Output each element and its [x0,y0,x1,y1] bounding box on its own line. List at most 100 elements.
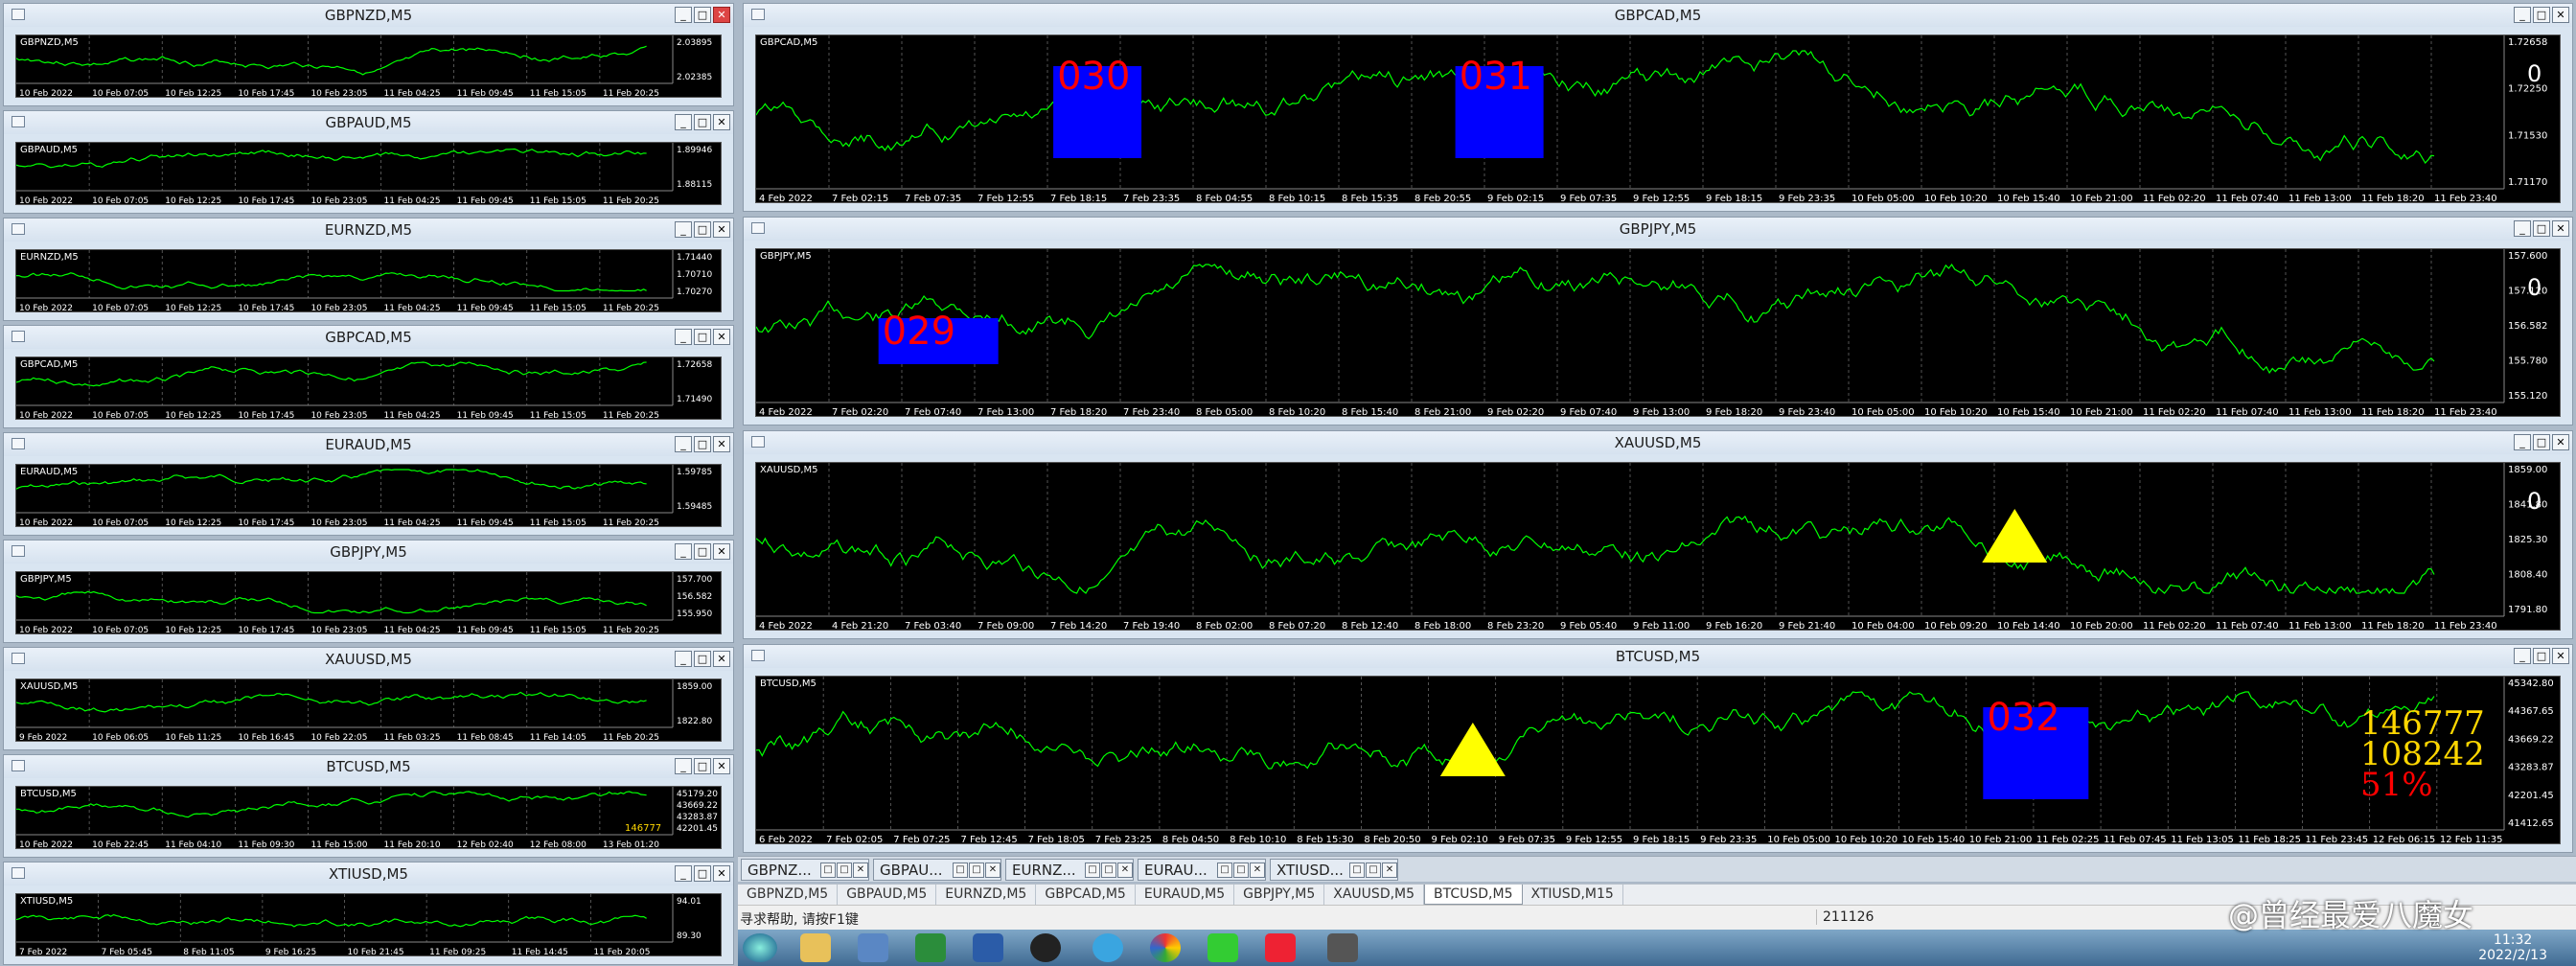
price-chart[interactable]: GBPJPY,M5 4 Feb 2022 7 Feb 02:20 7 Feb 07:4… [755,248,2561,417]
window-tab[interactable]: GBPAU... □ □ ✕ [873,859,1001,881]
maximize-button[interactable]: □ [694,865,711,882]
sheet-tab[interactable]: XAUUSD,M5 [1324,885,1425,905]
chart-window-7[interactable]: BTCUSD,M5 _ □ ✕ BTCUSD,M5 10 Feb 2022 10 Feb 2… [3,754,734,858]
close-button[interactable]: ✕ [713,865,730,882]
minimize-button[interactable]: _ [675,7,692,23]
chart-window-9[interactable]: GBPCAD,M5 _ □ ✕ GBPCAD,M5 4 Feb 2022 7 Feb 02:… [743,3,2573,212]
window-tab[interactable]: EURNZ... □ □ ✕ [1005,859,1134,881]
restore-icon[interactable]: □ [1366,862,1381,878]
restore-icon[interactable]: □ [1233,862,1249,878]
window-tab[interactable]: XTIUSD... □ □ ✕ [1270,859,1398,881]
window-titlebar[interactable]: XTIUSD,M5 _ □ ✕ [4,862,733,886]
close-button[interactable]: ✕ [713,7,730,23]
sheet-tab[interactable]: GBPAUD,M5 [838,885,937,905]
chart-window-8[interactable]: XTIUSD,M5 _ □ ✕ XTIUSD,M5 7 Feb 2022 7 Feb 05:… [3,862,734,965]
window-tab[interactable]: EURAU... □ □ ✕ [1138,859,1266,881]
close-button[interactable]: ✕ [713,651,730,667]
chart-window-10[interactable]: GBPJPY,M5 _ □ ✕ GBPJPY,M5 4 Feb 2022 7 Feb 02:… [743,217,2573,426]
chart-window-0[interactable]: GBPNZD,M5 _ □ ✕ GBPNZD,M5 10 Feb 2022 10 Feb 0… [3,3,734,106]
sheet-tab[interactable]: BTCUSD,M5 [1424,885,1523,905]
window-titlebar[interactable]: GBPCAD,M5 _ □ ✕ [744,4,2572,27]
qq-icon[interactable] [1030,933,1061,962]
price-chart[interactable]: GBPAUD,M5 10 Feb 2022 10 Feb 07:05 10 Feb 1… [15,142,722,205]
close-button[interactable]: ✕ [713,436,730,452]
close-button[interactable]: ✕ [713,329,730,345]
minimize-button[interactable]: _ [675,651,692,667]
maximize-button[interactable]: □ [2533,7,2550,23]
maximize-button[interactable]: □ [694,758,711,774]
sheet-tab[interactable]: GBPNZD,M5 [738,885,839,905]
price-chart[interactable]: EURNZD,M5 10 Feb 2022 10 Feb 07:05 10 Feb 1… [15,249,722,312]
chart-window-3[interactable]: GBPCAD,M5 _ □ ✕ GBPCAD,M5 10 Feb 2022 10 Feb 0… [3,325,734,428]
browser-icon[interactable] [1092,933,1123,962]
window-titlebar[interactable]: GBPAUD,M5 _ □ ✕ [4,111,733,134]
close-icon[interactable]: ✕ [985,862,1000,878]
close-button[interactable]: ✕ [713,114,730,130]
sheet-tab[interactable]: XTIUSD,M15 [1523,885,1623,905]
close-icon[interactable]: ✕ [1117,862,1133,878]
window-titlebar[interactable]: BTCUSD,M5 _ □ ✕ [744,645,2572,668]
maximize-button[interactable]: □ [694,543,711,560]
price-chart[interactable]: BTCUSD,M5 6 Feb 2022 7 Feb 02:05 7 Feb 07:2… [755,676,2561,844]
restore-icon[interactable]: □ [969,862,984,878]
clock[interactable]: 11:32 2022/2/13 [2478,932,2547,963]
chrome-icon[interactable] [1150,933,1181,962]
window-titlebar[interactable]: GBPNZD,M5 _ □ ✕ [4,4,733,27]
price-chart[interactable]: GBPJPY,M5 10 Feb 2022 10 Feb 07:05 10 Feb 1… [15,571,722,634]
close-button[interactable]: ✕ [713,221,730,238]
window-titlebar[interactable]: XAUUSD,M5 _ □ ✕ [4,648,733,671]
window-titlebar[interactable]: XAUUSD,M5 _ □ ✕ [744,431,2572,454]
folder-icon[interactable] [800,933,831,962]
window-titlebar[interactable]: EURNZD,M5 _ □ ✕ [4,218,733,242]
window-titlebar[interactable]: EURAUD,M5 _ □ ✕ [4,433,733,456]
wechat-icon[interactable] [1208,933,1238,962]
restore-icon[interactable]: □ [1085,862,1100,878]
restore-icon[interactable]: □ [1217,862,1232,878]
window-titlebar[interactable]: GBPJPY,M5 _ □ ✕ [744,218,2572,241]
close-icon[interactable]: ✕ [1382,862,1397,878]
maximize-button[interactable]: □ [2533,220,2550,237]
minimize-button[interactable]: _ [675,436,692,452]
close-icon[interactable]: ✕ [1250,862,1265,878]
close-button[interactable]: ✕ [2552,7,2569,23]
price-chart[interactable]: XAUUSD,M5 9 Feb 2022 10 Feb 06:05 10 Feb 11… [15,678,722,742]
sheet-tab[interactable]: EURNZD,M5 [936,885,1037,905]
minimize-button[interactable]: _ [675,865,692,882]
minimize-button[interactable]: _ [2514,648,2531,664]
minimize-button[interactable]: _ [675,543,692,560]
window-titlebar[interactable]: BTCUSD,M5 _ □ ✕ [4,755,733,778]
maximize-button[interactable]: □ [2533,434,2550,450]
minimize-button[interactable]: _ [2514,220,2531,237]
maximize-button[interactable]: □ [694,651,711,667]
close-button[interactable]: ✕ [2552,220,2569,237]
sheet-tab[interactable]: EURAUD,M5 [1136,885,1235,905]
chart-window-12[interactable]: BTCUSD,M5 _ □ ✕ BTCUSD,M5 6 Feb 2022 7 Feb 02:… [743,644,2573,853]
sheet-tab[interactable]: GBPJPY,M5 [1234,885,1325,905]
maximize-button[interactable]: □ [694,329,711,345]
close-button[interactable]: ✕ [2552,434,2569,450]
app-icon[interactable] [1327,933,1358,962]
wps-icon[interactable] [1265,933,1296,962]
sheet-tab[interactable]: GBPCAD,M5 [1036,885,1136,905]
close-button[interactable]: ✕ [2552,648,2569,664]
minimize-button[interactable]: _ [675,329,692,345]
close-button[interactable]: ✕ [713,543,730,560]
maximize-button[interactable]: □ [694,436,711,452]
chart-window-1[interactable]: GBPAUD,M5 _ □ ✕ GBPAUD,M5 10 Feb 2022 10 Feb 0… [3,110,734,214]
chart-window-5[interactable]: GBPJPY,M5 _ □ ✕ GBPJPY,M5 10 Feb 2022 10 Feb 0… [3,540,734,643]
chart-window-4[interactable]: EURAUD,M5 _ □ ✕ EURAUD,M5 10 Feb 2022 10 Feb 0… [3,432,734,536]
price-chart[interactable]: EURAUD,M5 10 Feb 2022 10 Feb 07:05 10 Feb 1… [15,464,722,527]
chart-window-2[interactable]: EURNZD,M5 _ □ ✕ EURNZD,M5 10 Feb 2022 10 Feb 0… [3,218,734,321]
minimize-button[interactable]: _ [675,221,692,238]
chart-window-6[interactable]: XAUUSD,M5 _ □ ✕ XAUUSD,M5 9 Feb 2022 10 Feb 06… [3,647,734,750]
minimize-button[interactable]: _ [2514,7,2531,23]
minimize-button[interactable]: _ [675,758,692,774]
close-button[interactable]: ✕ [713,758,730,774]
restore-icon[interactable]: □ [953,862,968,878]
window-titlebar[interactable]: GBPCAD,M5 _ □ ✕ [4,326,733,349]
restore-icon[interactable]: □ [837,862,852,878]
maximize-button[interactable]: □ [694,221,711,238]
restore-icon[interactable]: □ [1101,862,1116,878]
price-chart[interactable]: GBPNZD,M5 10 Feb 2022 10 Feb 07:05 10 Feb 1… [15,34,722,98]
close-icon[interactable]: ✕ [853,862,868,878]
